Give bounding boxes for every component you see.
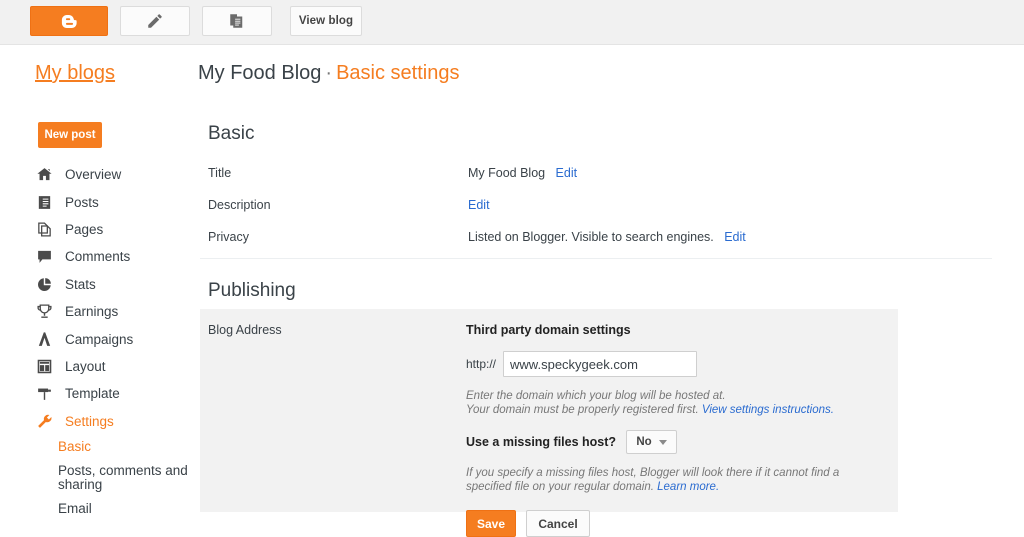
row-label: Description <box>208 198 271 212</box>
sidebar-subitem-basic[interactable]: Basic <box>58 435 198 459</box>
domain-help-line2: Your domain must be properly registered … <box>466 404 699 416</box>
home-icon <box>36 166 56 184</box>
domain-input-row: http:// <box>466 351 886 377</box>
my-blogs-link[interactable]: My blogs <box>35 62 115 85</box>
row-value: My Food Blog Edit <box>468 166 577 180</box>
sidebar-item-label: Overview <box>65 167 122 183</box>
save-label: Save <box>476 516 506 531</box>
chevron-down-icon <box>658 439 667 445</box>
missing-files-host-row: Use a missing files host? No <box>466 430 886 454</box>
missing-files-host-value: No <box>636 436 652 448</box>
third-party-domain-title: Third party domain settings <box>466 323 631 337</box>
breadcrumb: My Food Blog · Basic settings <box>198 62 459 85</box>
action-buttons: Save Cancel <box>466 510 886 537</box>
sidebar-item-earnings[interactable]: Earnings <box>0 298 198 325</box>
sidebar-subitem-posts-comments-sharing[interactable]: Posts, comments and sharing <box>58 459 198 497</box>
sidebar-item-label: Comments <box>65 249 131 265</box>
sidebar-item-comments[interactable]: Comments <box>0 243 198 270</box>
sidebar-item-label: Earnings <box>65 304 119 320</box>
pencil-icon <box>146 12 164 30</box>
domain-help-line1: Enter the domain which your blog will be… <box>466 390 726 402</box>
third-party-domain-group: Third party domain settings http:// Ente… <box>466 323 886 537</box>
section-divider <box>200 258 992 259</box>
view-settings-instructions-link[interactable]: View settings instructions. <box>702 404 834 416</box>
sidebar-item-stats[interactable]: Stats <box>0 271 198 298</box>
sidebar: New post Overview Posts Pages Comments S… <box>0 103 198 515</box>
sidebar-item-campaigns[interactable]: Campaigns <box>0 325 198 352</box>
privacy-value: Listed on Blogger. Visible to search eng… <box>468 230 714 244</box>
row-value: Listed on Blogger. Visible to search eng… <box>468 230 746 244</box>
sidebar-item-posts[interactable]: Posts <box>0 188 198 215</box>
wrench-icon <box>36 412 56 430</box>
missing-files-host-select[interactable]: No <box>626 430 678 454</box>
basic-section-title: Basic <box>208 123 255 144</box>
sidebar-item-layout[interactable]: Layout <box>0 353 198 380</box>
row-value: Edit <box>468 198 490 212</box>
piechart-icon <box>36 275 56 293</box>
view-blog-button[interactable]: View blog <box>290 6 362 36</box>
blog-address-label: Blog Address <box>208 323 282 337</box>
missing-files-host-label: Use a missing files host? <box>466 435 617 449</box>
learn-more-link[interactable]: Learn more. <box>657 481 719 493</box>
pages-icon <box>36 220 56 238</box>
sidebar-subitem-email[interactable]: Email <box>58 497 198 521</box>
blogger-logo-button[interactable] <box>30 6 108 36</box>
domain-input[interactable] <box>503 351 698 377</box>
documents-icon <box>228 12 246 30</box>
sidebar-item-label: Settings <box>65 413 114 429</box>
posts-list-button[interactable] <box>202 6 272 36</box>
posts-icon <box>36 193 56 211</box>
main-content: Basic Title My Food Blog Edit Descriptio… <box>198 103 1024 537</box>
new-post-button[interactable] <box>120 6 190 36</box>
cancel-button[interactable]: Cancel <box>526 510 590 537</box>
page-header: My blogs My Food Blog · Basic settings <box>0 45 1024 103</box>
missing-files-help-text: If you specify a missing files host, Blo… <box>466 466 886 494</box>
sidebar-subnav: Basic Posts, comments and sharing Email <box>0 435 198 520</box>
edit-privacy-link[interactable]: Edit <box>724 230 746 244</box>
new-post-label: New post <box>44 129 96 141</box>
layout-icon <box>36 357 56 375</box>
row-label: Privacy <box>208 230 249 244</box>
breadcrumb-separator: · <box>325 62 333 84</box>
breadcrumb-current-page: Basic settings <box>336 62 460 84</box>
top-toolbar: View blog <box>0 0 1024 45</box>
missing-files-help-line2: specified file on your regular domain. <box>466 481 654 493</box>
sidebar-item-settings[interactable]: Settings <box>0 408 198 435</box>
domain-help-text: Enter the domain which your blog will be… <box>466 389 886 417</box>
trophy-icon <box>36 303 56 321</box>
sidebar-item-label: Layout <box>65 358 106 374</box>
comment-icon <box>36 248 56 266</box>
publishing-section-title: Publishing <box>208 280 296 301</box>
new-post-button-sidebar[interactable]: New post <box>38 122 102 148</box>
sidebar-item-label: Pages <box>65 221 104 237</box>
blog-title-value: My Food Blog <box>468 166 546 180</box>
save-button[interactable]: Save <box>466 510 516 537</box>
row-label: Title <box>208 166 232 180</box>
missing-files-help-line1: If you specify a missing files host, Blo… <box>466 467 840 479</box>
sidebar-item-template[interactable]: Template <box>0 380 198 407</box>
edit-title-link[interactable]: Edit <box>556 166 578 180</box>
sidebar-item-pages[interactable]: Pages <box>0 216 198 243</box>
blog-address-panel: Blog Address Third party domain settings… <box>200 309 898 537</box>
sidebar-item-label: Stats <box>65 276 96 292</box>
url-protocol-label: http:// <box>466 357 497 371</box>
roller-icon <box>36 385 56 403</box>
edit-description-link[interactable]: Edit <box>468 198 490 212</box>
sidebar-nav: Overview Posts Pages Comments Stats Earn… <box>0 161 198 520</box>
blogger-logo-icon <box>60 12 79 31</box>
campaigns-icon <box>36 330 56 348</box>
cancel-label: Cancel <box>538 516 578 531</box>
sidebar-item-label: Campaigns <box>65 331 134 347</box>
breadcrumb-blog-name: My Food Blog <box>198 62 322 84</box>
sidebar-item-label: Posts <box>65 194 99 210</box>
sidebar-item-overview[interactable]: Overview <box>0 161 198 188</box>
view-blog-label: View blog <box>298 15 354 27</box>
sidebar-item-label: Template <box>65 386 120 402</box>
